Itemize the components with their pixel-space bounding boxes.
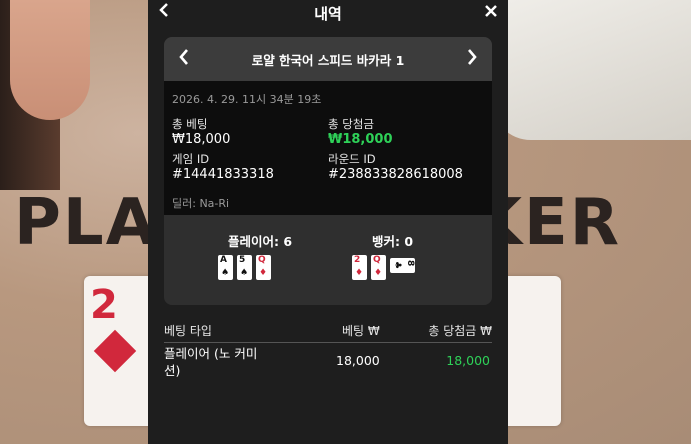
- total-bet-label: 총 베팅: [172, 117, 208, 131]
- round-detail-card: 로얄 한국어 스피드 바카라 1 2026. 4. 29. 11시 34분 19…: [164, 37, 492, 305]
- total-bet-value: ₩18,000: [172, 132, 231, 147]
- banker-cards: 2 ♦ Q ♦ 8 ♣: [352, 255, 415, 280]
- card-rank: 5: [239, 255, 246, 265]
- round-timestamp: 2026. 4. 29. 11시 34분 19초: [172, 93, 322, 106]
- banker-score: 뱅커: 0: [372, 234, 414, 249]
- banker-card: 2 ♦: [352, 255, 367, 280]
- card-suit-icon: ♠: [240, 268, 249, 278]
- round-id-label: 라운드 ID: [328, 152, 376, 166]
- dealer-name: 딜러: Na-Ri: [172, 197, 230, 210]
- close-button[interactable]: [484, 0, 498, 26]
- column-bet-type: 베팅 타입: [164, 324, 212, 338]
- card-suit-icon: ♦: [259, 268, 268, 278]
- dealer-arm-right: [491, 0, 691, 140]
- player-card: 5 ♠: [237, 255, 252, 280]
- card-suit-icon: ♦: [355, 268, 364, 278]
- column-bet-amount: 베팅 ₩: [342, 324, 380, 338]
- close-icon: [485, 5, 497, 17]
- card-suit-icon: ♠: [221, 268, 230, 278]
- player-cards: A ♠ 5 ♠ Q ♦: [218, 255, 275, 280]
- banker-card: 8 ♣: [390, 258, 415, 273]
- dealer-hand-left: [10, 0, 90, 120]
- card-rank: Q: [373, 255, 381, 265]
- card-rank: 8: [405, 260, 415, 267]
- bets-table-header: 베팅 타입 베팅 ₩ 총 당첨금 ₩: [164, 320, 492, 343]
- card-rank: Q: [258, 255, 266, 265]
- card-suit-icon: ♣: [392, 261, 402, 270]
- chevron-right-icon: [468, 49, 477, 65]
- round-result: 플레이어: 6 뱅커: 0 A ♠ 5 ♠ Q ♦ 2 ♦ Q ♦ 8 ♣: [164, 215, 492, 305]
- page-title: 내역: [314, 4, 342, 23]
- history-panel: 내역 로얄 한국어 스피드 바카라 1 2026. 4. 29. 11시 34분…: [148, 0, 508, 444]
- column-total-win: 총 당첨금 ₩: [428, 324, 492, 338]
- game-header: 로얄 한국어 스피드 바카라 1: [164, 37, 492, 81]
- total-win-value: ₩18,000: [328, 132, 393, 147]
- round-info: 2026. 4. 29. 11시 34분 19초 총 베팅 ₩18,000 총 …: [164, 81, 492, 215]
- back-button[interactable]: [158, 0, 170, 26]
- win-amount-cell: 18,000: [446, 353, 490, 368]
- history-header: 내역: [148, 0, 508, 26]
- banker-card: Q ♦: [371, 255, 386, 280]
- next-round-button[interactable]: [466, 37, 478, 81]
- previous-round-button[interactable]: [178, 37, 190, 81]
- total-win-label: 총 당첨금: [328, 117, 374, 131]
- bet-type-cell: 플레이어 (노 커미션): [164, 346, 258, 378]
- chevron-left-icon: [179, 49, 188, 65]
- card-rank: 2: [354, 255, 361, 265]
- table-row: 플레이어 (노 커미션) 18,000 18,000: [164, 345, 492, 385]
- table-text-player: PLA: [14, 186, 158, 260]
- bet-amount-cell: 18,000: [336, 353, 380, 368]
- player-card: A ♠: [218, 255, 233, 280]
- player-card: Q ♦: [256, 255, 271, 280]
- game-id-label: 게임 ID: [172, 152, 210, 166]
- round-id-value: #238833828618008: [328, 167, 463, 182]
- chevron-left-icon: [159, 3, 168, 17]
- game-id-value: #14441833318: [172, 167, 274, 182]
- player-score: 플레이어: 6: [228, 234, 293, 249]
- card-rank: A: [220, 255, 227, 265]
- card-suit-icon: ♦: [374, 268, 383, 278]
- game-name: 로얄 한국어 스피드 바카라 1: [251, 52, 405, 68]
